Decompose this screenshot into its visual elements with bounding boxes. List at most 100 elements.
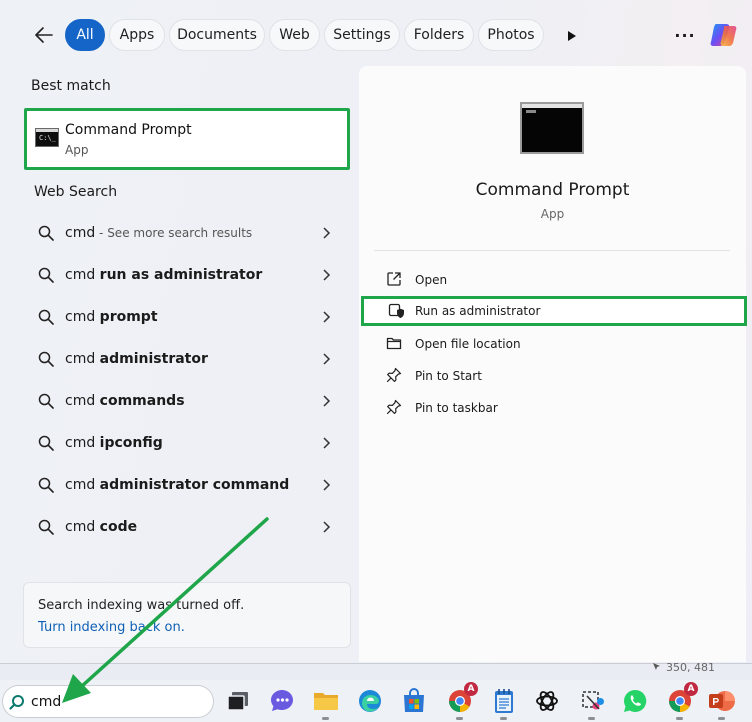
taskbar: A A — [0, 680, 752, 722]
result-text: cmd code — [65, 519, 138, 535]
chevron-right-icon — [323, 437, 331, 449]
best-match-command-prompt[interactable]: C:\_ Command Prompt App — [24, 108, 350, 170]
profile-badge: A — [464, 682, 478, 696]
tab-settings[interactable]: Settings — [324, 19, 400, 51]
tab-documents[interactable]: Documents — [169, 19, 265, 51]
running-indicator — [322, 717, 329, 720]
folder-icon — [314, 693, 338, 710]
powerpoint-icon — [709, 691, 735, 711]
action-label: Pin to Start — [415, 369, 482, 383]
action-label: Open file location — [415, 337, 521, 351]
chevron-right-icon — [323, 521, 331, 533]
search-icon — [38, 519, 54, 535]
chevron-right-icon — [323, 227, 331, 239]
open-icon — [387, 272, 401, 286]
turn-indexing-on-link[interactable]: Turn indexing back on. — [38, 620, 185, 635]
running-indicator — [588, 717, 595, 720]
command-prompt-icon: C:\_ — [35, 128, 59, 147]
preview-app-title: Command Prompt — [475, 180, 630, 200]
action-pin-to-taskbar[interactable]: Pin to taskbar — [374, 393, 745, 423]
web-result-cmd-code[interactable]: cmd code — [24, 508, 350, 546]
taskbar-app-snipping-tool[interactable] — [578, 687, 606, 720]
profile-badge: A — [684, 682, 698, 696]
web-search-heading: Web Search — [34, 184, 118, 200]
edge-icon — [359, 690, 381, 712]
filter-bar: All Apps Documents Web Settings Folders … — [0, 0, 752, 66]
task-view-button[interactable] — [224, 687, 252, 715]
coordinate-readout: 350, 481 — [666, 661, 715, 674]
taskbar-app-teams[interactable] — [268, 687, 296, 715]
tab-photos[interactable]: Photos — [478, 19, 544, 51]
folder-icon — [386, 337, 402, 350]
action-label: Run as administrator — [415, 304, 541, 318]
search-icon — [38, 477, 54, 493]
play-icon — [568, 31, 576, 41]
snipping-tool-icon — [582, 691, 604, 710]
result-text: cmd administrator command — [65, 477, 290, 493]
taskbar-app-chatgpt[interactable] — [533, 687, 561, 715]
chevron-right-icon — [323, 395, 331, 407]
best-match-heading: Best match — [31, 78, 111, 94]
tab-web[interactable]: Web — [269, 19, 320, 51]
whatsapp-icon — [624, 689, 647, 712]
cursor-icon — [653, 663, 660, 670]
running-indicator — [456, 717, 463, 720]
tab-apps[interactable]: Apps — [109, 19, 165, 51]
tab-folders[interactable]: Folders — [404, 19, 474, 51]
search-icon — [38, 225, 54, 241]
search-icon — [38, 393, 54, 409]
web-result-cmd-administrator-command[interactable]: cmd administrator command — [24, 466, 350, 504]
taskbar-app-powerpoint[interactable] — [708, 687, 736, 720]
action-open-file-location[interactable]: Open file location — [374, 329, 745, 359]
best-match-title: Command Prompt — [65, 122, 192, 138]
web-result-cmd-administrator[interactable]: cmd administrator — [24, 340, 350, 378]
taskbar-app-chrome[interactable]: A — [446, 682, 478, 720]
web-result-cmd-ipconfig[interactable]: cmd ipconfig — [24, 424, 350, 462]
running-indicator — [676, 717, 683, 720]
indexing-notice: Search indexing was turned off. Turn ind… — [23, 582, 351, 648]
tab-all[interactable]: All — [65, 19, 105, 51]
web-result-cmd-commands[interactable]: cmd commands — [24, 382, 350, 420]
back-button[interactable] — [30, 22, 58, 48]
action-label: Pin to taskbar — [415, 401, 498, 415]
teams-icon — [271, 690, 293, 711]
result-text: cmd run as administrator — [65, 267, 263, 283]
result-text: cmd commands — [65, 393, 185, 409]
divider — [374, 250, 730, 251]
taskbar-app-notepad[interactable] — [490, 687, 518, 720]
taskbar-app-edge[interactable] — [356, 687, 384, 715]
chevron-right-icon — [323, 479, 331, 491]
more-filters-button[interactable] — [562, 26, 582, 46]
start-search-panel: All Apps Documents Web Settings Folders … — [0, 0, 752, 664]
best-match-subtitle: App — [65, 143, 89, 157]
taskbar-app-store[interactable] — [400, 687, 428, 715]
taskbar-app-whatsapp[interactable] — [621, 687, 649, 715]
action-run-as-administrator[interactable]: Run as administrator — [361, 296, 747, 326]
pin-icon — [386, 399, 402, 415]
taskbar-app-chrome-2[interactable]: A — [666, 682, 698, 720]
taskbar-search-box[interactable] — [2, 685, 214, 718]
result-text: cmd prompt — [65, 309, 158, 325]
search-icon — [38, 267, 54, 283]
store-icon — [404, 688, 424, 712]
action-open[interactable]: Open — [374, 265, 745, 295]
action-label: Open — [415, 273, 448, 287]
action-pin-to-start[interactable]: Pin to Start — [374, 361, 745, 391]
taskbar-app-file-explorer[interactable] — [312, 687, 340, 720]
preview-pane: Command Prompt App Open Run as administr… — [359, 66, 747, 662]
results-column: Best match C:\_ Command Prompt App Web S… — [0, 66, 358, 664]
copilot-icon[interactable] — [708, 18, 742, 52]
indexing-message: Search indexing was turned off. — [38, 598, 245, 613]
task-view-icon — [227, 692, 248, 711]
search-icon — [9, 695, 24, 710]
more-options-button[interactable]: ··· — [672, 24, 698, 46]
search-icon — [38, 309, 54, 325]
shield-icon — [388, 303, 404, 318]
notepad-icon — [495, 689, 513, 713]
search-icon — [38, 351, 54, 367]
command-prompt-icon — [520, 102, 584, 154]
taskbar-search-input[interactable] — [31, 693, 201, 711]
web-result-cmd-prompt[interactable]: cmd prompt — [24, 298, 350, 336]
web-result-cmd-run-as-administrator[interactable]: cmd run as administrator — [24, 256, 350, 294]
web-result-cmd[interactable]: cmd - See more search results — [24, 214, 350, 252]
